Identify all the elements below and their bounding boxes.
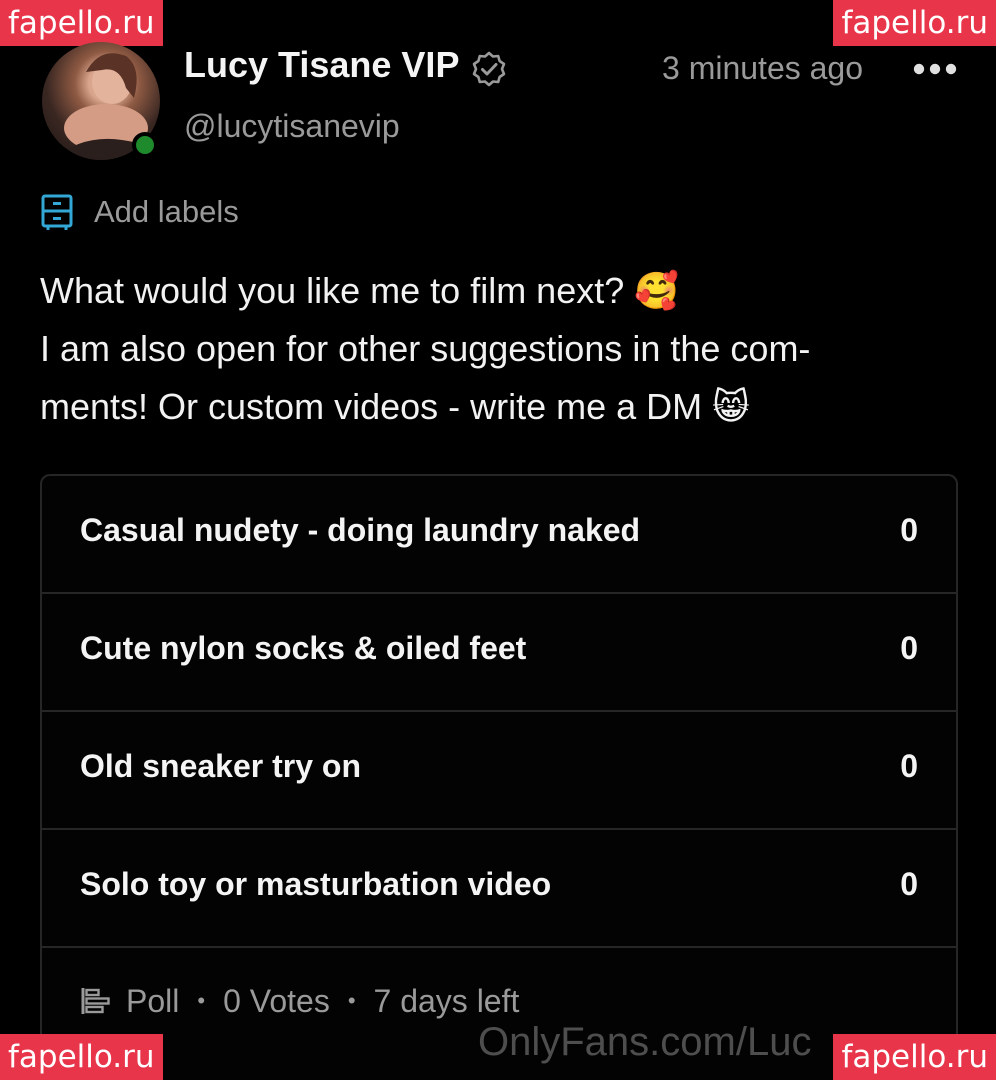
poll-type-label: Poll — [126, 982, 180, 1019]
poll-option[interactable]: Casual nudety - doing laundry naked 0 — [42, 476, 956, 594]
watermark-bottom-left: fapello.ru — [0, 1034, 163, 1080]
label-list-icon — [41, 194, 73, 230]
poll-votes-count: 0 Votes — [223, 982, 330, 1019]
online-status-indicator — [132, 132, 158, 158]
post-text-line: What would you like me to film next? 🥰 — [40, 270, 680, 311]
poll-option[interactable]: Solo toy or masturbation video 0 — [42, 830, 956, 948]
add-labels-label: Add labels — [94, 194, 239, 229]
poll-time-remaining: 7 days left — [373, 982, 520, 1019]
post-timestamp: 3 minutes ago — [662, 50, 864, 86]
poll-option-label: Solo toy or masturbation video — [80, 866, 552, 902]
poll-footer: Poll • 0 Votes • 7 days left — [80, 974, 519, 1028]
avatar[interactable] — [42, 42, 160, 160]
watermark-top-left: fapello.ru — [0, 0, 163, 46]
add-labels-button[interactable]: Add labels — [40, 190, 239, 234]
site-watermark: OnlyFans.com/Luc — [478, 1020, 812, 1064]
poll-option-count: 0 — [900, 630, 918, 666]
separator-dot: • — [197, 988, 206, 1013]
post-text-line: ments! Or custom videos - write me a DM … — [40, 386, 750, 427]
poll-option-label: Cute nylon socks & oiled feet — [80, 630, 527, 666]
author-handle[interactable]: @lucytisanevip — [184, 108, 400, 145]
poll-option-label: Casual nudety - doing laundry naked — [80, 512, 641, 548]
poll-bars-icon — [81, 988, 110, 1014]
watermark-top-right: fapello.ru — [833, 0, 996, 46]
poll-option-count: 0 — [900, 512, 918, 548]
author-name[interactable]: Lucy Tisane VIP — [184, 44, 459, 86]
poll-option[interactable]: Cute nylon socks & oiled feet 0 — [42, 594, 956, 712]
poll-option[interactable]: Old sneaker try on 0 — [42, 712, 956, 830]
post-text-line: I am also open for other suggestions in … — [40, 328, 811, 369]
poll-card: Casual nudety - doing laundry naked 0 Cu… — [40, 474, 958, 1080]
post-body: What would you like me to film next? 🥰 I… — [40, 262, 940, 436]
poll-option-label: Old sneaker try on — [80, 748, 361, 784]
more-horizontal-icon[interactable] — [912, 52, 958, 86]
verified-badge-icon — [472, 51, 506, 87]
poll-option-count: 0 — [900, 748, 918, 784]
watermark-bottom-right: fapello.ru — [833, 1034, 996, 1080]
separator-dot: • — [347, 988, 356, 1013]
poll-option-count: 0 — [900, 866, 918, 902]
